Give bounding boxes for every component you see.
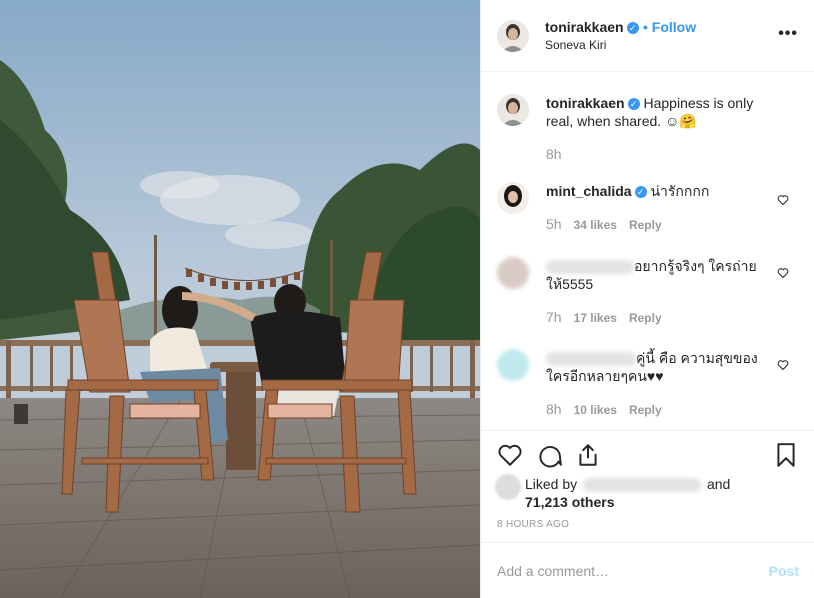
commenter-avatar[interactable] bbox=[497, 349, 529, 381]
comment-like-heart-icon[interactable] bbox=[777, 359, 789, 371]
comment-bubble-icon[interactable] bbox=[537, 442, 563, 468]
post-photo[interactable] bbox=[0, 0, 480, 598]
redacted-username[interactable] bbox=[546, 260, 634, 275]
verified-badge-icon: ✓ bbox=[634, 186, 647, 199]
comment-time[interactable]: 8h bbox=[546, 401, 562, 417]
comment-body: คู่นี้ คือ ความสุขของใครอีกหลายๆคน♥♥ bbox=[546, 349, 776, 385]
post-timestamp[interactable]: 8 HOURS AGO bbox=[497, 519, 569, 530]
comment-body: อยากรู้จริงๆ ใครถ่ายให้5555 bbox=[546, 257, 776, 293]
comment-likes[interactable]: 10 likes bbox=[574, 403, 617, 417]
liked-by-prefix: Liked by bbox=[525, 476, 578, 492]
follow-button[interactable]: • Follow bbox=[643, 19, 696, 35]
reply-button[interactable]: Reply bbox=[629, 218, 662, 232]
comment-input[interactable]: Add a comment… bbox=[497, 563, 609, 579]
comment-time[interactable]: 5h bbox=[546, 216, 562, 232]
verified-badge-icon: ✓ bbox=[627, 98, 640, 111]
comments-list: tonirakkaen ✓ Happiness is only real, whe… bbox=[481, 72, 814, 430]
photo-illustration bbox=[0, 0, 480, 598]
more-options-icon[interactable]: ••• bbox=[778, 26, 798, 42]
comment-meta: 8h 10 likes Reply bbox=[546, 401, 674, 417]
redacted-liker-name[interactable] bbox=[583, 478, 702, 493]
reply-button[interactable]: Reply bbox=[629, 311, 662, 325]
comment-like-heart-icon[interactable] bbox=[777, 267, 789, 279]
commenter-avatar[interactable] bbox=[497, 257, 529, 289]
liked-by-suffix: and bbox=[706, 476, 731, 492]
comment-username[interactable]: mint_chalida bbox=[546, 183, 632, 199]
liker-avatar[interactable] bbox=[495, 474, 521, 500]
verified-badge-icon: ✓ bbox=[626, 22, 639, 35]
commenter-avatar[interactable] bbox=[497, 182, 529, 214]
separator-dot: • bbox=[643, 19, 652, 35]
share-icon[interactable] bbox=[575, 442, 601, 468]
likes-count[interactable]: 71,213 others bbox=[525, 494, 615, 510]
post-details-pane: tonirakkaen ✓ • Follow Soneva Kiri ••• to… bbox=[480, 0, 814, 598]
caption-time[interactable]: 8h bbox=[546, 146, 562, 162]
redacted-username[interactable] bbox=[546, 352, 636, 367]
caption-meta: 8h bbox=[546, 146, 574, 162]
comment-meta: 5h 34 likes Reply bbox=[546, 216, 674, 232]
post-location[interactable]: Soneva Kiri bbox=[545, 38, 606, 52]
reply-button[interactable]: Reply bbox=[629, 403, 662, 417]
caption-username[interactable]: tonirakkaen bbox=[546, 95, 625, 111]
liked-by-text: Liked by and bbox=[525, 476, 731, 493]
add-comment-bar: Add a comment… Post bbox=[481, 542, 814, 598]
comment-time[interactable]: 7h bbox=[546, 309, 562, 325]
heart-icon[interactable] bbox=[497, 442, 523, 468]
author-avatar[interactable] bbox=[497, 20, 529, 52]
comment-meta: 7h 17 likes Reply bbox=[546, 309, 674, 325]
author-username[interactable]: tonirakkaen bbox=[545, 19, 624, 35]
comment-body: mint_chalida ✓ น่ารักกกก bbox=[546, 182, 776, 200]
post-header: tonirakkaen ✓ • Follow Soneva Kiri ••• bbox=[481, 0, 814, 72]
comment-like-heart-icon[interactable] bbox=[777, 194, 789, 206]
follow-label: Follow bbox=[651, 19, 697, 35]
comment-likes[interactable]: 34 likes bbox=[574, 218, 617, 232]
caption-author-avatar[interactable] bbox=[497, 94, 529, 126]
caption-body: tonirakkaen ✓ Happiness is only real, whe… bbox=[546, 94, 776, 130]
action-bar bbox=[481, 430, 814, 480]
author-username-row[interactable]: tonirakkaen ✓ bbox=[545, 19, 639, 35]
comment-likes[interactable]: 17 likes bbox=[574, 311, 617, 325]
comment-text: น่ารักกกก bbox=[650, 183, 710, 199]
bookmark-icon[interactable] bbox=[773, 442, 799, 468]
post-comment-button[interactable]: Post bbox=[769, 563, 799, 579]
